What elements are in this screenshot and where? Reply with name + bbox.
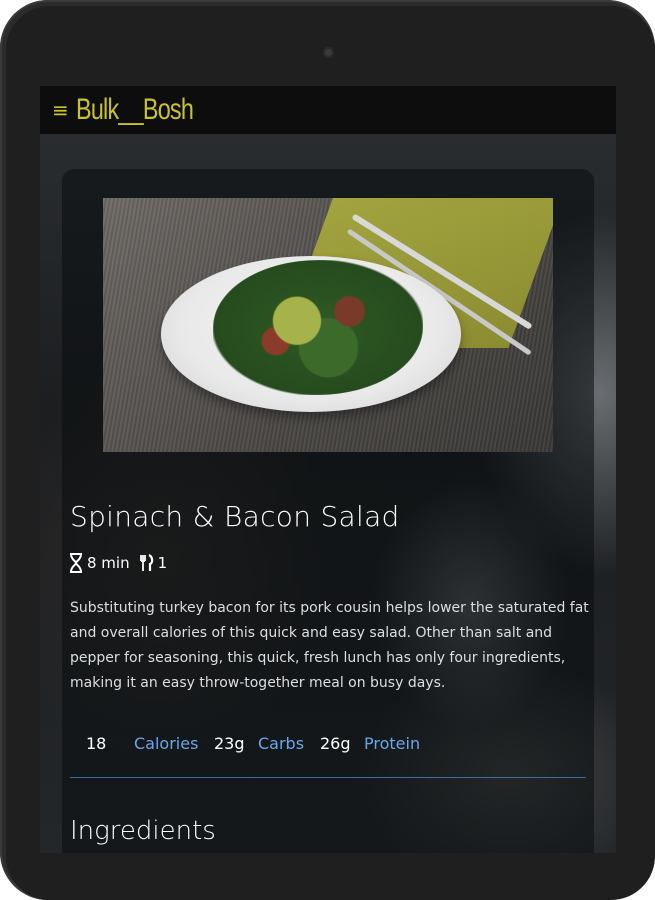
recipe-title: Spinach & Bacon Salad (70, 500, 400, 533)
carbs-value: 23g (214, 734, 245, 753)
hamburger-menu-icon[interactable]: ≡ (52, 100, 69, 120)
protein-label[interactable]: Protein (364, 730, 420, 758)
front-camera (323, 47, 334, 58)
hourglass-icon (69, 553, 83, 573)
recipe-description: Substituting turkey bacon for its pork c… (70, 600, 589, 691)
top-navbar: ≡ Bulk__Bosh (40, 86, 616, 134)
servings: 1 (157, 554, 168, 572)
brand-logo[interactable]: Bulk__Bosh (76, 95, 194, 125)
calories-value: 18 (86, 734, 107, 753)
section-divider (70, 777, 586, 778)
carbs-label[interactable]: Carbs (258, 730, 304, 758)
recipe-hero-image (103, 198, 553, 452)
recipe-meta: 8 min 1 (69, 553, 167, 573)
prep-time: 8 min (87, 554, 130, 572)
protein-value: 26g (320, 734, 351, 753)
utensils-icon (139, 554, 154, 572)
app-screen: ≡ Bulk__Bosh Spinach & Bacon Salad 8 min (40, 86, 616, 853)
ingredients-heading: Ingredients (70, 816, 216, 846)
calories-label[interactable]: Calories (134, 730, 198, 758)
tablet-device-frame: ≡ Bulk__Bosh Spinach & Bacon Salad 8 min (0, 0, 655, 900)
salad (213, 260, 423, 395)
macros-row: 18 Calories 23g Carbs 26g Protein (40, 730, 616, 758)
